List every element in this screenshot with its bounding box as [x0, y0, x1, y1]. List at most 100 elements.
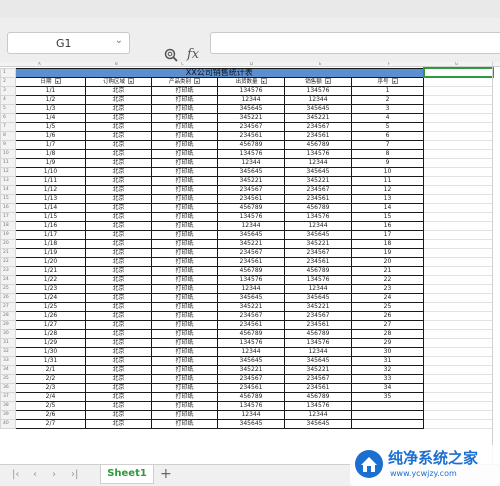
table-cell[interactable] [351, 400, 424, 411]
table-cell[interactable]: 打印纸 [151, 130, 218, 141]
table-cell[interactable]: 234561 [284, 130, 352, 141]
table-cell[interactable]: 345221 [217, 112, 285, 123]
empty-cell[interactable] [423, 202, 493, 213]
row-header[interactable]: 35 [0, 373, 16, 384]
table-cell[interactable]: 134576 [284, 400, 352, 411]
add-sheet-button[interactable]: + [160, 466, 172, 482]
table-cell[interactable]: 北京 [85, 229, 152, 240]
table-cell[interactable]: 456789 [217, 328, 285, 339]
table-cell[interactable]: 234567 [284, 247, 352, 258]
row-header[interactable]: 7 [0, 121, 16, 132]
table-cell[interactable]: 打印纸 [151, 373, 218, 384]
table-cell[interactable]: 1/19 [15, 247, 86, 258]
table-cell[interactable]: 13 [351, 193, 424, 204]
table-cell[interactable]: 134576 [217, 274, 285, 285]
table-cell[interactable]: 27 [351, 319, 424, 330]
empty-cell[interactable] [423, 130, 493, 141]
table-cell[interactable]: 1/4 [15, 112, 86, 123]
table-cell[interactable]: 234561 [217, 382, 285, 393]
table-cell[interactable]: 打印纸 [151, 184, 218, 195]
row-header[interactable]: 20 [0, 238, 16, 249]
table-cell[interactable]: 1/27 [15, 319, 86, 330]
empty-cell[interactable] [423, 319, 493, 330]
empty-cell[interactable] [423, 274, 493, 285]
table-cell[interactable]: 北京 [85, 202, 152, 213]
table-cell[interactable]: 5 [351, 121, 424, 132]
row-header[interactable]: 36 [0, 382, 16, 393]
table-cell[interactable]: 北京 [85, 310, 152, 321]
table-cell[interactable]: 北京 [85, 355, 152, 366]
table-cell[interactable]: 345645 [284, 103, 352, 114]
table-cell[interactable]: 打印纸 [151, 292, 218, 303]
table-cell[interactable]: 打印纸 [151, 157, 218, 168]
table-cell[interactable]: 345645 [284, 229, 352, 240]
tab-sheet1[interactable]: Sheet1 [100, 465, 154, 484]
empty-cell[interactable] [423, 157, 493, 168]
table-cell[interactable]: 2/1 [15, 364, 86, 375]
row-header[interactable]: 39 [0, 409, 16, 420]
column-header[interactable]: B [115, 62, 118, 66]
table-cell[interactable]: 打印纸 [151, 175, 218, 186]
table-cell[interactable]: 345645 [284, 292, 352, 303]
table-cell[interactable]: 1/29 [15, 337, 86, 348]
table-cell[interactable]: 1/9 [15, 157, 86, 168]
table-cell[interactable]: 6 [351, 130, 424, 141]
table-cell[interactable]: 33 [351, 373, 424, 384]
table-cell[interactable]: 北京 [85, 94, 152, 105]
table-cell[interactable]: 345221 [217, 175, 285, 186]
row-header[interactable]: 33 [0, 355, 16, 366]
table-cell[interactable]: 345645 [217, 292, 285, 303]
table-cell[interactable]: 北京 [85, 193, 152, 204]
filter-dropdown-icon[interactable]: ▾ [54, 78, 61, 84]
table-cell[interactable]: 456789 [284, 328, 352, 339]
table-cell[interactable]: 北京 [85, 148, 152, 159]
empty-cell[interactable] [423, 400, 493, 411]
table-cell[interactable]: 打印纸 [151, 346, 218, 357]
table-cell[interactable]: 1/13 [15, 193, 86, 204]
table-cell[interactable]: 134576 [284, 337, 352, 348]
table-cell[interactable]: 北京 [85, 328, 152, 339]
column-header-cell[interactable]: 出货数量 ▾ [217, 76, 285, 87]
table-cell[interactable]: 234567 [284, 373, 352, 384]
first-sheet-icon[interactable]: |‹ [12, 469, 19, 480]
table-cell[interactable]: 134576 [284, 211, 352, 222]
row-header[interactable]: 40 [0, 418, 16, 429]
table-cell[interactable]: 北京 [85, 103, 152, 114]
table-cell[interactable]: 456789 [217, 202, 285, 213]
row-header[interactable]: 31 [0, 337, 16, 348]
table-cell[interactable]: 1/2 [15, 94, 86, 105]
table-cell[interactable]: 234567 [284, 121, 352, 132]
table-cell[interactable]: 打印纸 [151, 364, 218, 375]
table-cell[interactable]: 打印纸 [151, 85, 218, 96]
chevron-down-icon[interactable]: ⌄ [115, 35, 123, 46]
table-cell[interactable]: 1/10 [15, 166, 86, 177]
table-cell[interactable]: 北京 [85, 211, 152, 222]
empty-cell[interactable] [423, 247, 493, 258]
row-header[interactable]: 15 [0, 193, 16, 204]
table-cell[interactable]: 345221 [284, 112, 352, 123]
table-cell[interactable]: 345645 [284, 418, 352, 429]
table-cell[interactable]: 234567 [217, 310, 285, 321]
table-cell[interactable]: 打印纸 [151, 238, 218, 249]
table-cell[interactable]: 2/3 [15, 382, 86, 393]
empty-cell[interactable] [423, 283, 493, 294]
table-cell[interactable]: 打印纸 [151, 274, 218, 285]
table-cell[interactable]: 北京 [85, 265, 152, 276]
column-header[interactable]: G [455, 62, 458, 66]
table-cell[interactable]: 234567 [284, 184, 352, 195]
row-header[interactable]: 27 [0, 301, 16, 312]
table-cell[interactable]: 12344 [217, 283, 285, 294]
row-header[interactable]: 24 [0, 274, 16, 285]
table-cell[interactable]: 31 [351, 355, 424, 366]
table-cell[interactable]: 234561 [217, 130, 285, 141]
row-header[interactable]: 16 [0, 202, 16, 213]
table-cell[interactable]: 北京 [85, 301, 152, 312]
empty-cell[interactable] [423, 301, 493, 312]
selected-cell[interactable] [422, 67, 494, 78]
column-header[interactable]: D [250, 62, 253, 66]
table-cell[interactable]: 345221 [284, 175, 352, 186]
table-cell[interactable]: 345645 [217, 103, 285, 114]
row-header[interactable]: 5 [0, 103, 16, 114]
empty-cell[interactable] [423, 85, 493, 96]
table-cell[interactable]: 北京 [85, 139, 152, 150]
